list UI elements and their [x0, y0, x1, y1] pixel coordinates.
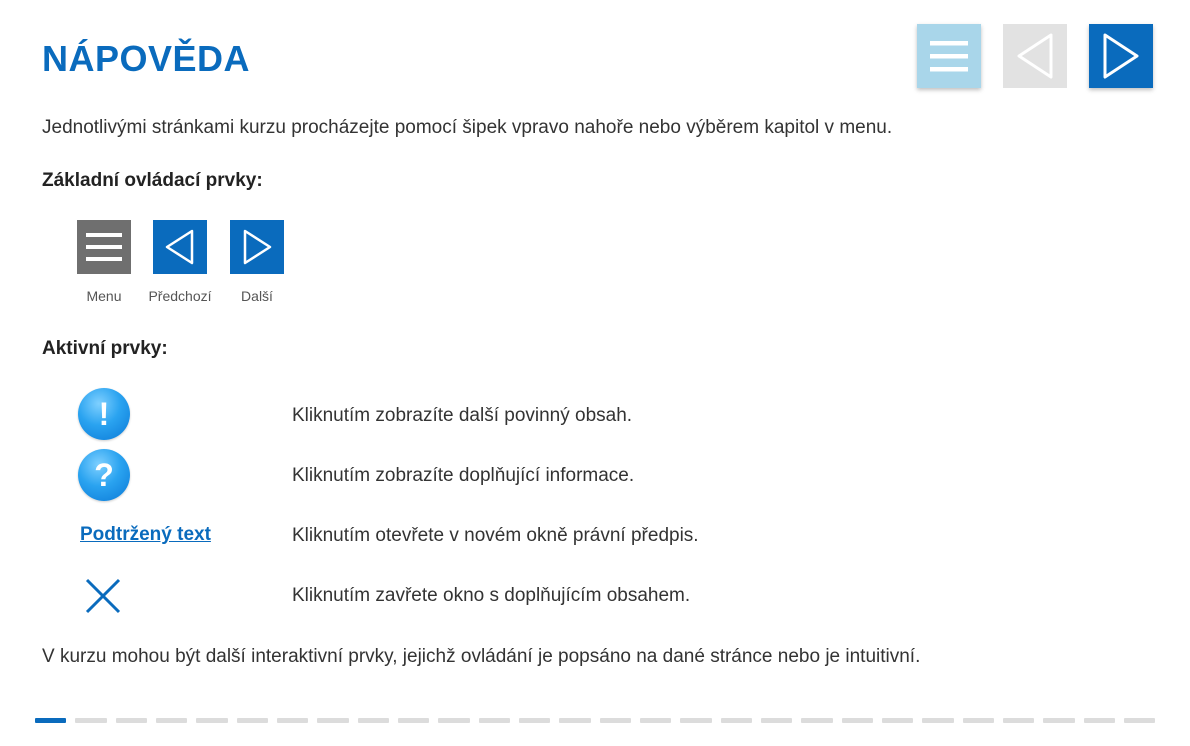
progress-segment: [276, 718, 309, 723]
progress-segment: [841, 718, 873, 723]
basic-controls-heading: Základní ovládací prvky:: [42, 170, 263, 191]
exclamation-icon[interactable]: !: [78, 388, 130, 440]
next-button[interactable]: [1089, 24, 1153, 88]
progress-segment: [115, 718, 147, 723]
triangle-right-icon: [1103, 33, 1139, 79]
triangle-left-icon: [165, 229, 194, 265]
control-menu-button[interactable]: [77, 220, 131, 274]
progress-segment: [478, 718, 510, 723]
control-next-label: Další: [241, 288, 273, 304]
progress-segment: [196, 718, 228, 723]
progress-segment: [518, 718, 551, 723]
progress-segment: [801, 718, 833, 723]
close-icon[interactable]: [84, 577, 122, 615]
progress-segment: [397, 718, 430, 723]
active-elements-heading: Aktivní prvky:: [42, 338, 168, 359]
page-title: NÁPOVĚDA: [42, 38, 251, 79]
progress-segment: [236, 718, 268, 723]
page-progress-bar: [35, 718, 1156, 724]
progress-segment: [1043, 718, 1075, 723]
progress-segment: [1002, 718, 1035, 723]
close-description: Kliknutím zavřete okno s doplňujícím obs…: [292, 585, 691, 606]
underlined-text-description: Kliknutím otevřete v novém okně právní p…: [292, 525, 699, 546]
menu-button[interactable]: [917, 24, 981, 88]
exclamation-description: Kliknutím zobrazíte další povinný obsah.: [292, 405, 633, 426]
progress-segment: [155, 718, 188, 723]
progress-segment: [760, 718, 793, 723]
progress-segment: [1123, 718, 1156, 723]
control-next-button[interactable]: [230, 220, 284, 274]
intro-text: Jednotlivými stránkami kurzu procházejte…: [42, 117, 893, 138]
progress-segment: [922, 718, 954, 723]
triangle-left-icon: [1017, 33, 1053, 79]
hamburger-icon: [930, 41, 968, 72]
question-description: Kliknutím zobrazíte doplňující informace…: [292, 465, 635, 486]
triangle-right-icon: [243, 229, 272, 265]
progress-segment-current: [35, 718, 67, 723]
progress-segment: [599, 718, 631, 723]
previous-button[interactable]: [1003, 24, 1067, 88]
progress-segment: [559, 718, 591, 723]
control-previous-button[interactable]: [153, 220, 207, 274]
progress-segment: [438, 718, 470, 723]
progress-segment: [639, 718, 672, 723]
outro-text: V kurzu mohou být další interaktivní prv…: [42, 646, 921, 667]
progress-segment: [317, 718, 349, 723]
progress-segment: [720, 718, 752, 723]
hamburger-icon: [86, 233, 122, 261]
underlined-text-link[interactable]: Podtržený text: [80, 524, 211, 546]
progress-segment: [962, 718, 994, 723]
progress-segment: [357, 718, 389, 723]
progress-segment: [75, 718, 107, 723]
progress-segment: [680, 718, 712, 723]
progress-segment: [881, 718, 914, 723]
progress-segment: [1083, 718, 1115, 723]
question-icon[interactable]: ?: [78, 449, 130, 501]
